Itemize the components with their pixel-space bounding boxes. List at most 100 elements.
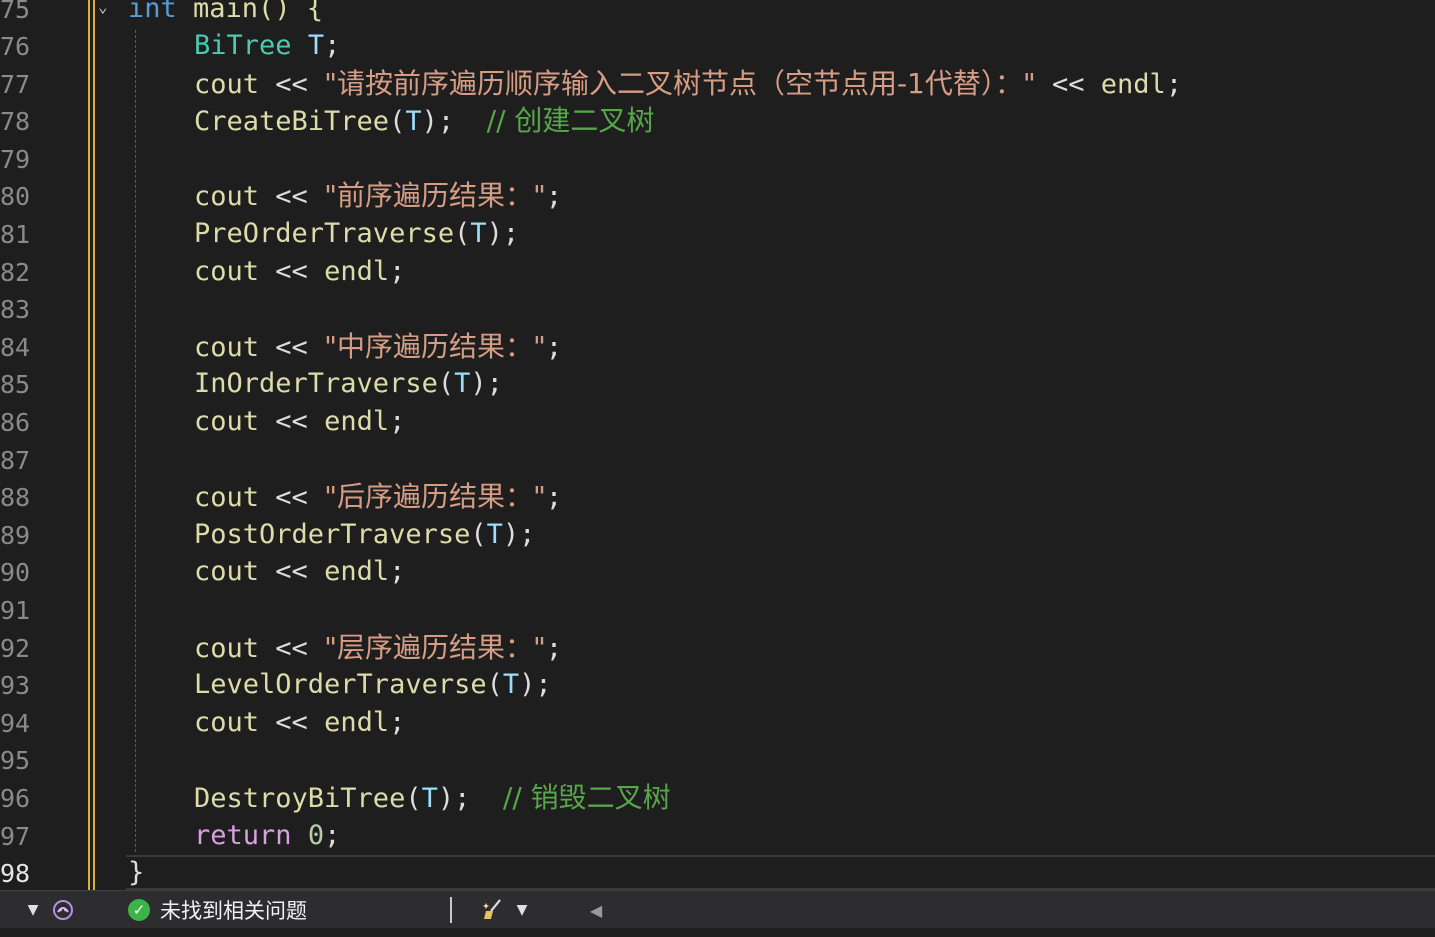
line-number: 95 <box>0 746 31 775</box>
punctuation: ); <box>421 106 455 137</box>
function-call: DestroyBiTree <box>194 783 406 814</box>
string-literal: "请按前序遍历顺序输入二叉树节点（空节点用-1代替）：" <box>324 67 1036 100</box>
punctuation: ( <box>389 106 406 137</box>
identifier: endl <box>1100 69 1166 100</box>
operator: << <box>1035 69 1101 100</box>
punctuation: ; <box>389 256 406 287</box>
line-number-current: 98 <box>0 859 31 888</box>
line-number: 83 <box>0 295 31 324</box>
function-call: LevelOrderTraverse <box>194 669 487 700</box>
punctuation: ; <box>545 181 563 212</box>
variable: T <box>454 368 471 399</box>
punctuation: ; <box>545 332 563 363</box>
variable: T <box>307 30 325 61</box>
punctuation: ); <box>502 519 536 550</box>
line-number: 85 <box>0 370 31 399</box>
identifier: endl <box>324 256 390 287</box>
operator: << <box>259 256 325 287</box>
code-line-85[interactable]: InOrderTraverse(T); <box>194 365 503 402</box>
code-line-97[interactable]: return 0; <box>194 817 340 854</box>
variable: T <box>502 669 520 700</box>
line-number: 90 <box>0 558 31 587</box>
copilot-icon[interactable] <box>48 891 78 929</box>
line-number-gutter: 75 76 77 78 79 80 81 82 83 84 85 86 87 8… <box>0 0 96 890</box>
operator: << <box>259 332 325 363</box>
code-line-90[interactable]: cout << endl; <box>194 553 405 590</box>
code-line-84[interactable]: cout << "中序遍历结果："; <box>194 328 562 365</box>
caret-down-icon[interactable]: ▼ <box>22 891 44 929</box>
code-line-77[interactable]: cout << "请按前序遍历顺序输入二叉树节点（空节点用-1代替）：" << … <box>194 65 1182 102</box>
code-line-80[interactable]: cout << "前序遍历结果："; <box>194 177 562 214</box>
code-line-86[interactable]: cout << endl; <box>194 403 405 440</box>
punctuation: ; <box>545 633 563 664</box>
horizontal-scrollbar[interactable] <box>610 899 1435 921</box>
line-number: 77 <box>0 70 31 99</box>
code-line-89[interactable]: PostOrderTraverse(T); <box>194 516 535 553</box>
caret-left-icon[interactable]: ◀ <box>586 891 606 929</box>
brush-icon-svg <box>483 899 501 919</box>
string-literal: "层序遍历结果：" <box>324 631 546 664</box>
identifier: cout <box>194 482 260 513</box>
indent-guide <box>135 30 136 852</box>
punctuation: ; <box>389 406 406 437</box>
line-number: 75 <box>0 0 31 24</box>
line-number: 88 <box>0 483 31 512</box>
line-number: 97 <box>0 822 31 851</box>
line-number: 81 <box>0 220 31 249</box>
issues-indicator[interactable]: ✓ 未找到相关问题 <box>128 891 307 929</box>
string-literal: "中序遍历结果：" <box>324 330 546 363</box>
punctuation: ); <box>486 218 520 249</box>
operator: << <box>259 482 325 513</box>
punctuation: ( <box>405 783 422 814</box>
operator: << <box>259 181 325 212</box>
identifier: cout <box>194 633 260 664</box>
line-number: 94 <box>0 709 31 738</box>
punctuation: ; <box>324 30 341 61</box>
punctuation: ( <box>470 519 487 550</box>
code-line-82[interactable]: cout << endl; <box>194 253 405 290</box>
line-number: 86 <box>0 408 31 437</box>
function-call: InOrderTraverse <box>194 368 438 399</box>
punctuation: ( <box>454 218 471 249</box>
brush-icon[interactable] <box>478 891 508 929</box>
variable: T <box>486 519 503 550</box>
number-literal: 0 <box>307 820 325 851</box>
code-line-81[interactable]: PreOrderTraverse(T); <box>194 215 519 252</box>
keyword: int <box>128 0 177 24</box>
code-line-78[interactable]: CreateBiTree(T); // 创建二叉树 <box>194 102 654 139</box>
type-name: BiTree <box>194 30 292 61</box>
function-call: PostOrderTraverse <box>194 519 471 550</box>
caret-down-icon[interactable]: ▼ <box>512 891 532 929</box>
code-line-76[interactable]: BiTree T; <box>194 27 340 64</box>
identifier: cout <box>194 556 260 587</box>
string-literal: "后序遍历结果：" <box>324 480 546 513</box>
operator: << <box>259 406 325 437</box>
keyword: return <box>194 820 292 851</box>
line-number: 89 <box>0 521 31 550</box>
function-call: PreOrderTraverse <box>194 218 455 249</box>
punctuation: ; <box>545 482 563 513</box>
code-line-88[interactable]: cout << "后序遍历结果："; <box>194 478 562 515</box>
line-number: 80 <box>0 182 31 211</box>
line-number: 93 <box>0 671 31 700</box>
fold-chevron-icon[interactable]: ⌄ <box>98 0 116 18</box>
punctuation: ; <box>1165 69 1183 100</box>
code-line-98[interactable]: } <box>128 854 144 890</box>
line-number: 79 <box>0 145 31 174</box>
identifier: cout <box>194 707 260 738</box>
identifier: cout <box>194 332 260 363</box>
code-line-94[interactable]: cout << endl; <box>194 704 405 741</box>
punctuation: ; <box>389 707 406 738</box>
identifier: cout <box>194 69 260 100</box>
code-line-96[interactable]: DestroyBiTree(T); // 销毁二叉树 <box>194 779 671 816</box>
operator: << <box>259 707 325 738</box>
punctuation: ); <box>470 368 503 399</box>
code-editor[interactable]: 75 76 77 78 79 80 81 82 83 84 85 86 87 8… <box>0 0 1435 890</box>
operator: << <box>259 556 325 587</box>
code-line-92[interactable]: cout << "层序遍历结果："; <box>194 629 562 666</box>
current-line-highlight <box>126 855 1435 890</box>
code-line-93[interactable]: LevelOrderTraverse(T); <box>194 666 552 703</box>
code-line-75[interactable]: int main() { <box>128 0 323 27</box>
line-number: 82 <box>0 258 31 287</box>
comment: // 创建二叉树 <box>486 104 655 137</box>
